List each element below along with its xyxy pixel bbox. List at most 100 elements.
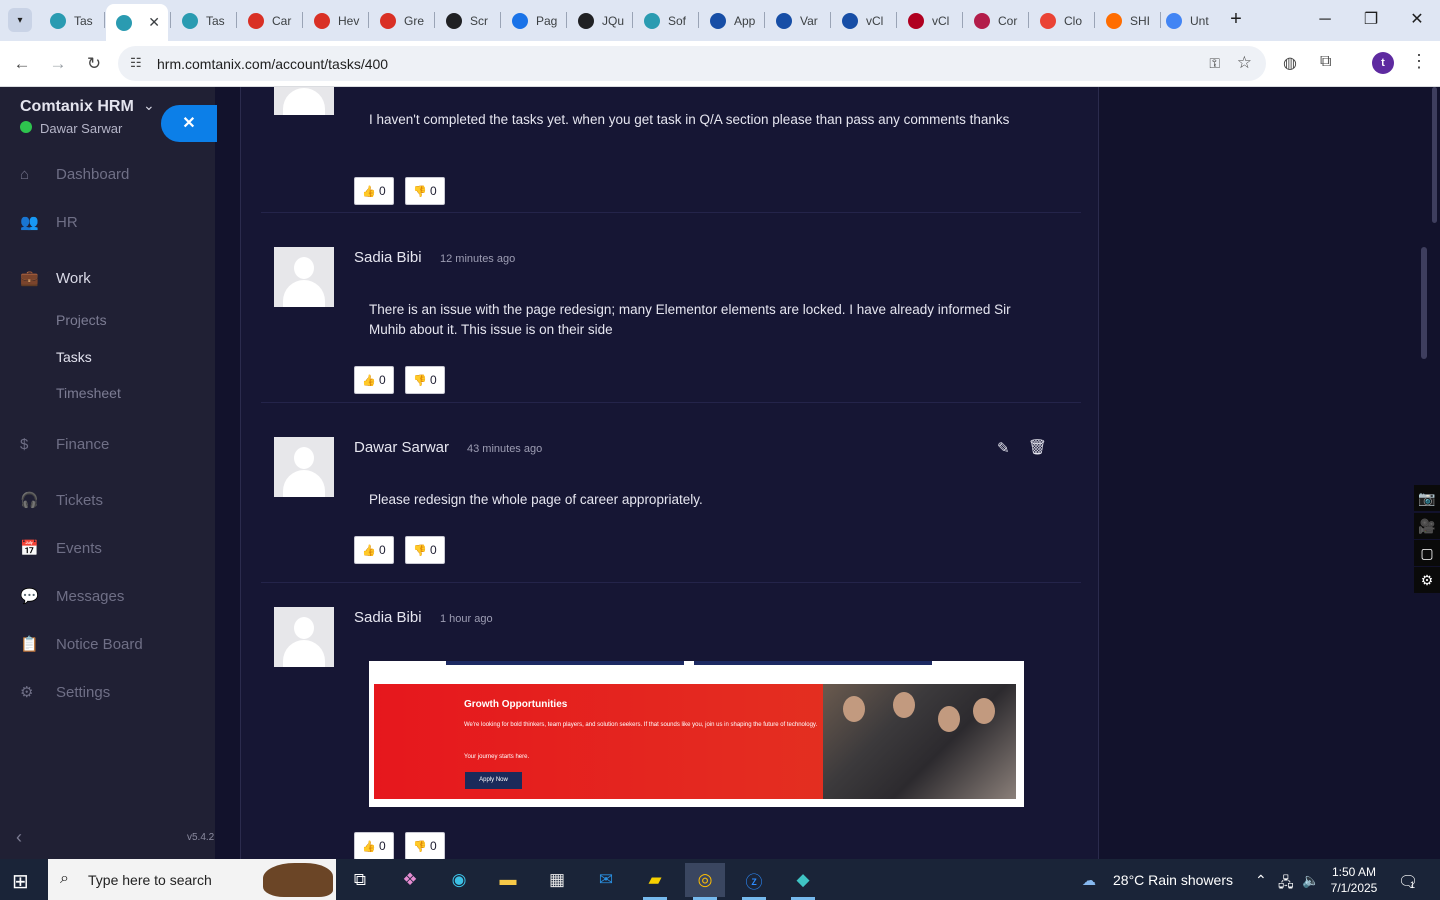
sidebar-item-work[interactable]: 💼 Work bbox=[0, 263, 215, 293]
windows-start-icon[interactable]: ⊞ bbox=[12, 869, 29, 894]
thumbs-up-icon: 👍 bbox=[362, 185, 376, 198]
sidebar-item-settings[interactable]: ⚙ Settings bbox=[0, 677, 215, 707]
network-icon[interactable]: 🖧 bbox=[1278, 872, 1294, 896]
dislike-button[interactable]: 👎 0 bbox=[405, 366, 445, 394]
close-sidebar-button[interactable]: ✕ bbox=[161, 105, 217, 142]
maximize-button[interactable]: ❐ bbox=[1356, 8, 1386, 32]
dislike-button[interactable]: 👎 0 bbox=[405, 177, 445, 205]
mail-icon[interactable]: ✉ bbox=[586, 863, 626, 897]
sidebar-item-hr[interactable]: 👥 HR bbox=[0, 207, 215, 237]
bookmark-star-icon[interactable]: ☆ bbox=[1237, 53, 1252, 73]
calendar-icon: 📅 bbox=[20, 540, 39, 557]
browser-tab[interactable]: App bbox=[700, 6, 758, 35]
dislike-button[interactable]: 👎 0 bbox=[405, 832, 445, 859]
chrome-menu-icon[interactable]: ⋮ bbox=[1410, 51, 1428, 72]
browser-tab[interactable]: SHI bbox=[1096, 6, 1154, 35]
sidebar-item-events[interactable]: 📅 Events bbox=[0, 533, 215, 563]
team-photo bbox=[823, 684, 1016, 799]
brand-name[interactable]: Comtanix HRM bbox=[20, 98, 134, 116]
chevron-down-icon[interactable]: ⌄ bbox=[143, 97, 155, 114]
system-clock[interactable]: 1:50 AM 7/1/2025 bbox=[1328, 864, 1380, 896]
like-button[interactable]: 👍 0 bbox=[354, 832, 394, 859]
weather-text[interactable]: 28°C Rain showers bbox=[1113, 872, 1233, 888]
briefcase-icon: 💼 bbox=[20, 270, 39, 287]
browser-tab[interactable]: Unt bbox=[1156, 6, 1214, 35]
sidebar-item-dashboard[interactable]: ⌂ Dashboard bbox=[0, 159, 215, 189]
video-icon[interactable]: 🎥 bbox=[1414, 513, 1440, 539]
tray-overflow-icon[interactable]: ⌃ bbox=[1255, 872, 1267, 889]
notification-center-icon[interactable]: 🗨 bbox=[1398, 872, 1418, 892]
sidebar-item-tickets[interactable]: 🎧 Tickets bbox=[0, 485, 215, 515]
avatar bbox=[274, 247, 334, 307]
window-icon[interactable]: ▢ bbox=[1414, 540, 1440, 566]
tab-favicon-icon bbox=[182, 12, 198, 29]
password-key-icon[interactable]: ⚿ bbox=[1209, 55, 1220, 72]
task-view-icon[interactable]: ⧉ bbox=[340, 863, 380, 897]
chrome-icon[interactable]: ◎ bbox=[685, 863, 725, 900]
browser-tab[interactable]: Tas bbox=[172, 6, 230, 35]
browser-tab[interactable]: Car bbox=[238, 6, 296, 35]
browser-tab[interactable]: Gre bbox=[370, 6, 428, 35]
copilot-icon[interactable]: ❖ bbox=[390, 863, 430, 897]
sidebar-item-notice-board[interactable]: 📋 Notice Board bbox=[0, 629, 215, 659]
store-icon[interactable]: ▦ bbox=[537, 863, 577, 897]
browser-tab[interactable]: ✕ bbox=[106, 4, 168, 41]
browser-tab[interactable]: vCl bbox=[832, 6, 890, 35]
sidebar-item-finance[interactable]: $ Finance bbox=[0, 429, 215, 459]
tab-favicon-icon bbox=[908, 12, 924, 29]
forward-button[interactable]: → bbox=[45, 51, 71, 77]
url-text[interactable]: hrm.comtanix.com/account/tasks/400 bbox=[157, 56, 388, 72]
collapse-sidebar-icon[interactable]: ‹ bbox=[16, 827, 22, 848]
browser-tab[interactable]: JQu bbox=[568, 6, 626, 35]
tab-title: Scr bbox=[470, 13, 488, 28]
site-info-icon[interactable]: ☷ bbox=[130, 55, 142, 71]
close-tab-icon[interactable]: ✕ bbox=[148, 14, 160, 31]
browser-tab[interactable]: Pag bbox=[502, 6, 560, 35]
browser-tab[interactable]: Scr bbox=[436, 6, 494, 35]
close-window-button[interactable]: ✕ bbox=[1402, 8, 1432, 32]
taskbar-search[interactable]: ⌕ Type here to search bbox=[48, 859, 336, 900]
tab-favicon-icon bbox=[314, 12, 330, 29]
sidebar-subitem-timesheet[interactable]: Timesheet bbox=[56, 385, 121, 401]
weather-icon[interactable]: ☁ bbox=[1082, 872, 1096, 889]
browser-tab[interactable]: Cor bbox=[964, 6, 1022, 35]
sticky-notes-icon[interactable]: ▰ bbox=[635, 863, 675, 900]
sidebar-item-messages[interactable]: 💬 Messages bbox=[0, 581, 215, 611]
minimize-button[interactable]: ─ bbox=[1310, 8, 1340, 32]
reload-button[interactable]: ↻ bbox=[81, 51, 107, 77]
browser-tab[interactable]: Tas bbox=[40, 6, 98, 35]
inner-scrollbar-thumb[interactable] bbox=[1432, 87, 1437, 223]
tab-separator bbox=[632, 12, 633, 28]
browser-tab[interactable]: Sof bbox=[634, 6, 692, 35]
browser-tab[interactable]: vCl bbox=[898, 6, 956, 35]
browser-tab[interactable]: Clo bbox=[1030, 6, 1088, 35]
like-button[interactable]: 👍 0 bbox=[354, 177, 394, 205]
file-explorer-icon[interactable]: ▬ bbox=[488, 863, 528, 897]
edit-icon[interactable]: ✎ bbox=[997, 439, 1010, 457]
tab-favicon-icon bbox=[116, 14, 132, 31]
screenshot-icon[interactable]: 📷 bbox=[1414, 485, 1440, 511]
sidebar-subitem-tasks[interactable]: Tasks bbox=[56, 349, 92, 365]
extensions-icon[interactable]: ⧉ bbox=[1320, 53, 1331, 71]
comment-attachment-image[interactable]: Growth Opportunities We're looking for b… bbox=[369, 661, 1024, 807]
volume-icon[interactable]: 🔈 bbox=[1302, 872, 1319, 889]
like-button[interactable]: 👍 0 bbox=[354, 366, 394, 394]
profile-avatar[interactable]: t bbox=[1372, 52, 1394, 74]
dislike-button[interactable]: 👎 0 bbox=[405, 536, 445, 564]
address-bar[interactable]: ☷ hrm.comtanix.com/account/tasks/400 ⚿ ☆ bbox=[118, 46, 1266, 81]
back-button[interactable]: ← bbox=[9, 51, 35, 77]
browser-tab[interactable]: Var bbox=[766, 6, 824, 35]
tab-search-button[interactable]: ▾ bbox=[8, 8, 32, 32]
online-status-icon bbox=[20, 121, 32, 133]
like-button[interactable]: 👍 0 bbox=[354, 536, 394, 564]
new-tab-button[interactable]: + bbox=[1224, 8, 1248, 32]
sidebar-subitem-projects[interactable]: Projects bbox=[56, 312, 107, 328]
delete-icon[interactable]: 🗑 bbox=[1028, 438, 1047, 456]
app-icon[interactable]: ◆ bbox=[783, 863, 823, 900]
translate-icon[interactable]: ◍ bbox=[1283, 53, 1297, 73]
zoom-icon[interactable]: ⓩ bbox=[734, 863, 774, 900]
browser-tab[interactable]: Hev bbox=[304, 6, 362, 35]
page-scrollbar-thumb[interactable] bbox=[1421, 247, 1427, 359]
edge-icon[interactable]: ◉ bbox=[439, 863, 479, 897]
gear-icon[interactable]: ⚙ bbox=[1414, 567, 1440, 593]
